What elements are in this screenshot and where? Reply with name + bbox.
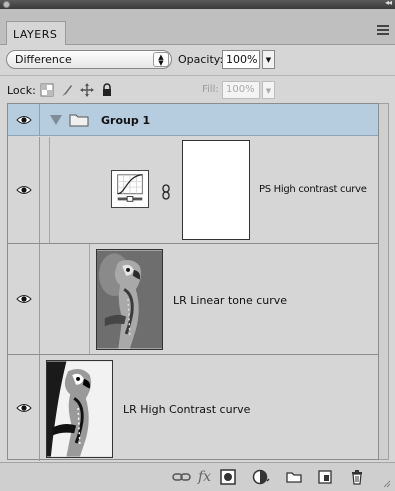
eye-icon[interactable] (16, 185, 32, 195)
layer-row-high-contrast[interactable]: LR High Contrast curve (8, 354, 378, 461)
panel-tab-row: LAYERS (0, 9, 395, 45)
delete-layer-icon[interactable] (350, 469, 364, 485)
opacity-dropdown-button[interactable]: ▼ (262, 50, 275, 69)
layer-row-linear[interactable]: LR Linear tone curve (8, 243, 378, 355)
lock-all-icon[interactable] (100, 83, 114, 97)
tab-layers[interactable]: LAYERS (6, 21, 66, 45)
folder-icon (69, 114, 89, 127)
group-expand-triangle-icon[interactable] (50, 115, 62, 125)
add-mask-icon[interactable] (220, 469, 236, 485)
group-indent (40, 137, 50, 243)
opacity-label: Opacity: (178, 53, 224, 66)
fill-input[interactable]: 100% (222, 81, 260, 99)
lock-label: Lock: (7, 84, 36, 97)
layers-scrollbar[interactable] (379, 103, 389, 460)
collapse-panel-icon[interactable]: ◂◂ (385, 0, 392, 7)
eye-icon[interactable] (16, 403, 32, 413)
chain-link-icon[interactable] (161, 184, 171, 200)
layer-name[interactable]: LR High Contrast curve (123, 403, 250, 416)
eye-icon[interactable] (16, 115, 32, 125)
opacity-input[interactable]: 100% (222, 50, 260, 69)
layer-name[interactable]: PS High contrast curve (259, 184, 367, 195)
blend-mode-select[interactable]: Difference ▲ ▼ (6, 50, 172, 69)
visibility-column (8, 244, 40, 355)
link-layers-icon[interactable] (172, 469, 192, 485)
group-indent (40, 244, 90, 355)
new-group-icon[interactable] (286, 469, 302, 485)
parrot-photo-thumbnail[interactable] (96, 249, 163, 350)
lock-transparent-pixels-icon[interactable] (40, 83, 54, 97)
lock-image-pixels-icon[interactable] (60, 83, 74, 97)
visibility-column (8, 137, 40, 243)
parrot-photo-thumbnail[interactable] (46, 360, 113, 458)
blend-row: Difference ▲ ▼ Opacity: 100% ▼ (0, 45, 395, 75)
close-panel-button[interactable] (3, 1, 10, 8)
fill-label: Fill: (202, 84, 219, 95)
blend-mode-value: Difference (15, 53, 72, 66)
layer-name[interactable]: Group 1 (101, 114, 150, 127)
blend-mode-stepper-icon[interactable]: ▲ ▼ (153, 52, 169, 67)
lock-row: Lock: Fill: 100% ▼ (0, 75, 395, 103)
new-adjustment-layer-icon[interactable] (252, 469, 270, 485)
fill-dropdown-button[interactable]: ▼ (262, 81, 275, 99)
curves-adjustment-icon[interactable] (111, 170, 149, 208)
resize-grip-icon[interactable] (381, 478, 391, 488)
visibility-column (8, 355, 40, 461)
panel-menu-icon[interactable] (377, 25, 389, 35)
layer-mask-thumbnail[interactable] (182, 140, 250, 240)
panel-titlebar[interactable]: ◂◂ (0, 0, 395, 9)
eye-icon[interactable] (16, 294, 32, 304)
layers-list: Group 1 PS High contrast curve LR Linear… (7, 103, 379, 461)
visibility-column (8, 104, 40, 136)
layer-row-group[interactable]: Group 1 (8, 104, 378, 136)
layer-name[interactable]: LR Linear tone curve (173, 294, 287, 307)
layer-row-adjustment[interactable]: PS High contrast curve (8, 137, 378, 243)
lock-position-icon[interactable] (80, 83, 94, 97)
layers-toolbar: fx (0, 462, 395, 491)
add-layer-style-icon[interactable]: fx (198, 469, 211, 485)
layers-panel: ◂◂ LAYERS Difference ▲ ▼ Opacity: 100% ▼ … (0, 0, 395, 491)
new-layer-icon[interactable] (318, 469, 332, 485)
